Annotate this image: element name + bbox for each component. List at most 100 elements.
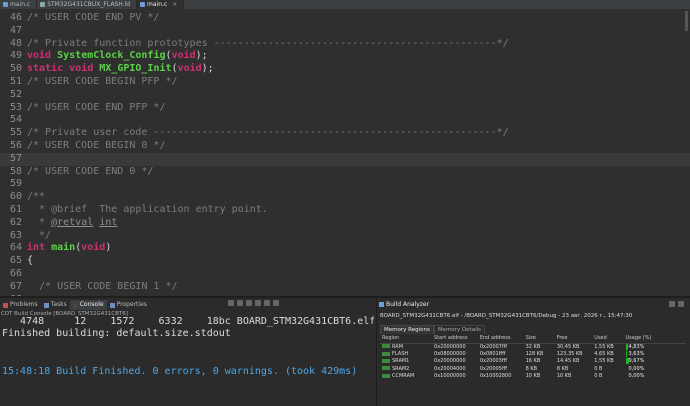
column-header[interactable]: Usage (%): [623, 334, 686, 344]
editor-tab[interactable]: main.c ×: [137, 0, 185, 9]
code-line[interactable]: 57: [0, 152, 690, 166]
code-line[interactable]: 61 * @brief The application entry point.: [0, 204, 690, 217]
subtab-memory-regions[interactable]: Memory Regions: [380, 325, 434, 334]
code-token: void: [81, 242, 106, 254]
usage-percent: 0,00%: [628, 373, 645, 379]
subtab-memory-details[interactable]: Memory Details: [433, 325, 485, 334]
scroll-lock-icon[interactable]: [237, 300, 243, 306]
code-token: /* USER CODE END 0 */: [27, 165, 154, 177]
region-name: CCMRAM: [392, 373, 415, 380]
start-cell: 0x20004000: [434, 365, 466, 372]
code-line[interactable]: 60 /**: [0, 191, 690, 204]
code-line[interactable]: 67 /* USER CODE BEGIN 1 */: [0, 281, 690, 294]
pin-console-icon[interactable]: [255, 300, 261, 306]
end-cell: 0x0801ffff: [479, 351, 506, 358]
word-wrap-icon[interactable]: [246, 300, 252, 306]
end-cell: 0x20003fff: [479, 358, 508, 365]
code-line[interactable]: 59: [0, 178, 690, 191]
table-row[interactable]: CCMRAM 0x10000000 0x10002800 10 KB 10 KB 0 B 0…: [380, 373, 686, 380]
clear-console-icon[interactable]: [228, 300, 234, 306]
code-token: MX_GPIO_Init: [99, 63, 172, 75]
code-line[interactable]: 66: [0, 268, 690, 281]
code-line[interactable]: 56 /* USER CODE BEGIN 0 */: [0, 140, 690, 153]
code-token: */: [27, 229, 52, 241]
tab-console[interactable]: Console: [69, 300, 107, 310]
code-line[interactable]: 55 /* Private user code -----------------…: [0, 127, 690, 140]
line-number: 56: [9, 140, 22, 151]
minimize-icon[interactable]: [669, 301, 675, 307]
code-token: static: [27, 63, 70, 75]
build-analyzer-tab[interactable]: Build Analyzer: [379, 301, 429, 308]
code-token: void: [177, 63, 202, 75]
panel-tab-label: Console: [79, 301, 104, 308]
usage-bar: 4,83%: [625, 343, 670, 350]
line-number: 58: [9, 165, 22, 177]
table-row[interactable]: SRAM1 0x20000000 0x20003fff 16 KB 14,45 KB 1,…: [380, 358, 686, 365]
code-text: void SystemClock_Config(void);: [27, 50, 208, 63]
table-row[interactable]: FLASH 0x08000000 0x0801ffff 128 KB 123,35 KB…: [380, 350, 686, 357]
column-header[interactable]: Start address: [432, 334, 478, 344]
code-line[interactable]: 62 * @retval int: [0, 217, 690, 230]
console-output[interactable]: 4748 12 1572 6332 18bc BOARD_STM32G431CB…: [0, 316, 374, 406]
region-name: RAM: [392, 343, 404, 350]
line-number: 55: [9, 127, 22, 139]
editor-tab[interactable]: STM32G431CBUX_FLASH.ld: [37, 0, 138, 9]
close-icon[interactable]: ×: [172, 0, 177, 9]
properties-icon: [109, 302, 115, 308]
code-line[interactable]: 52: [0, 89, 690, 102]
editor-tab[interactable]: main.c: [0, 0, 38, 9]
tab-tasks[interactable]: Tasks: [41, 300, 70, 310]
line-number: 50: [9, 63, 22, 75]
code-line[interactable]: 53 /* USER CODE END PFP */: [0, 102, 690, 115]
column-header[interactable]: End address: [477, 334, 524, 344]
usage-percent: 4,83%: [628, 343, 645, 350]
code-line[interactable]: 58 /* USER CODE END 0 */: [0, 166, 690, 179]
build-analyzer-tab-label: Build Analyzer: [386, 301, 430, 308]
code-line[interactable]: 65 {: [0, 255, 690, 268]
region-cell: SRAM1: [380, 358, 432, 365]
line-number: 60: [9, 191, 22, 203]
line-number: 61: [9, 204, 22, 215]
start-cell: 0x20000000: [434, 358, 466, 365]
analyzer-icon: [379, 302, 384, 307]
column-header[interactable]: Region: [380, 334, 433, 344]
build-analyzer-panel: Build Analyzer BOARD_STM32G431CBT6.elf -…: [376, 298, 690, 406]
open-console-icon[interactable]: [273, 300, 279, 306]
code-line[interactable]: 54: [0, 114, 690, 127]
code-line[interactable]: 49 void SystemClock_Config(void);: [0, 50, 690, 63]
editor-tab-label: main.c: [147, 1, 168, 8]
console-line: 4748 12 1572 6332 18bc BOARD_STM32G431CB…: [2, 316, 374, 327]
analyzer-file-info: BOARD_STM32G431CBT6.elf - /BOARD_STM32G4…: [380, 313, 633, 319]
code-line[interactable]: 46 /* USER CODE END PV */: [0, 12, 690, 25]
region-cell: FLASH: [380, 350, 432, 357]
column-header[interactable]: Size: [523, 334, 555, 344]
console-line: 15:48:18 Build Finished. 0 errors, 0 war…: [2, 365, 358, 377]
code-editor[interactable]: 46 /* USER CODE END PV */ 47 48 /* Private f…: [0, 9, 690, 296]
column-header[interactable]: Used: [592, 334, 624, 344]
line-number: 51: [9, 76, 22, 87]
code-line[interactable]: 63 */: [0, 230, 690, 243]
code-text: */: [27, 230, 51, 243]
console-line: Finished building: default.size.stdout: [2, 328, 231, 340]
code-line[interactable]: 48 /* Private function prototypes -------…: [0, 38, 690, 51]
region-cell: RAM: [380, 343, 432, 350]
line-number: 62: [9, 216, 22, 228]
table-row[interactable]: RAM 0x20000000 0x20007fff 32 KB 30,45 KB 1,55…: [380, 343, 686, 350]
column-header[interactable]: Free: [554, 334, 593, 344]
code-line[interactable]: 64 int main(void): [0, 242, 690, 255]
tab-problems[interactable]: Problems: [0, 300, 41, 310]
code-line[interactable]: 47: [0, 25, 690, 38]
line-number: 57: [9, 152, 22, 164]
analyzer-toolbar: [669, 301, 684, 307]
display-console-icon[interactable]: [264, 300, 270, 306]
tab-properties[interactable]: Properties: [107, 300, 150, 310]
table-row[interactable]: SRAM2 0x20004000 0x20005fff 8 KB 8 KB 0 B 0,00…: [380, 365, 686, 372]
memory-region-icon: [382, 373, 390, 378]
usage-bar: 9,67%: [625, 358, 670, 365]
size-cell: 16 KB: [525, 358, 541, 365]
line-number: 47: [9, 24, 22, 36]
code-line[interactable]: 50 static void MX_GPIO_Init(void);: [0, 63, 690, 76]
code-token: /* USER CODE END PV */: [27, 12, 160, 23]
maximize-icon[interactable]: [678, 301, 684, 307]
code-line[interactable]: 51 /* USER CODE BEGIN PFP */: [0, 76, 690, 89]
